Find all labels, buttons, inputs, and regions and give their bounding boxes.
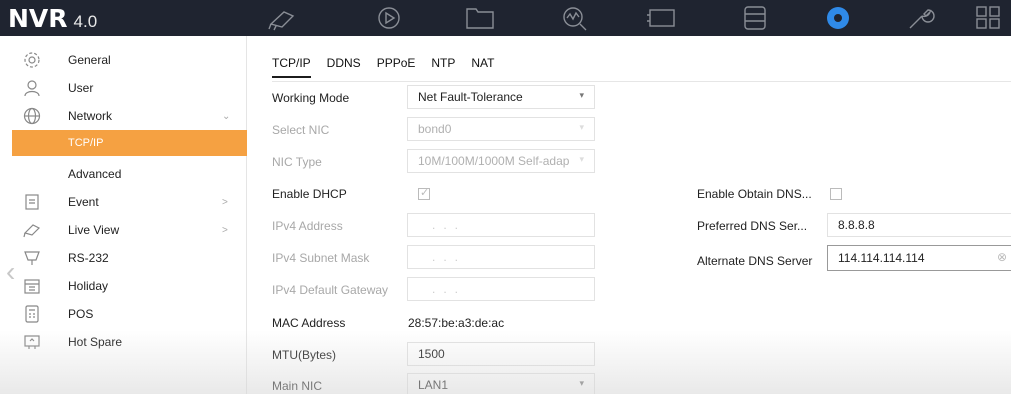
nic-type-label: NIC Type [272,155,322,169]
chevron-down-icon: ⌄ [222,110,231,122]
tab-tcpip[interactable]: TCP/IP [272,56,311,78]
ipv4-gateway-label: IPv4 Default Gateway [272,283,389,297]
storage-icon[interactable] [735,3,775,33]
mtu-value: 1500 [418,347,445,361]
dropdown-arrow-icon: ▾ [579,378,584,388]
smart-analysis-icon[interactable] [555,3,595,33]
network-icon [22,106,42,126]
select-nic-label: Select NIC [272,123,330,137]
preferred-dns-label: Preferred DNS Ser... [697,219,808,233]
ip-separator-dots: ... [432,218,467,232]
ip-separator-dots: ... [432,282,467,296]
event-icon [22,192,42,212]
pos-icon [22,304,42,324]
sidebar-item-pos[interactable]: POS [0,300,247,328]
tab-divider [272,81,1011,82]
ipv4-subnet-label: IPv4 Subnet Mask [272,251,370,265]
enable-obtain-dns-checkbox[interactable] [830,188,842,200]
brand-name: NVR [8,4,68,33]
sidebar-item-hot-spare[interactable]: Hot Spare [0,328,247,356]
nic-type-select[interactable]: 10M/100M/1000M Self-adap ▾ [407,149,595,173]
sidebar-item-label: POS [68,307,94,321]
dropdown-arrow-icon: ▾ [579,154,584,164]
chevron-right-icon: > [222,196,228,208]
clear-icon[interactable]: ⊗ [997,250,1007,264]
main-nic-label: Main NIC [272,379,323,393]
main-nic-value: LAN1 [418,378,449,392]
working-mode-value: Net Fault-Tolerance [418,90,523,104]
sidebar-item-general[interactable]: General [0,46,247,74]
maintenance-icon[interactable] [900,3,940,33]
sidebar-item-label: RS-232 [68,251,109,265]
sidebar-item-label: User [68,81,94,95]
sidebar-item-label: Live View [68,223,120,237]
working-mode-label: Working Mode [272,91,350,105]
nic-type-value: 10M/100M/1000M Self-adap [418,154,570,168]
alternate-dns-input[interactable]: 114.114.114.114 ⊗ [827,245,1011,271]
mtu-label: MTU(Bytes) [272,348,336,362]
sidebar-item-label: Network [68,109,113,123]
file-management-icon[interactable] [460,3,500,33]
sidebar-item-event[interactable]: Event > [0,188,247,216]
tab-pppoe[interactable]: PPPoE [377,56,416,78]
app-version: 4.0 [73,12,98,31]
preferred-dns-value: 8.8.8.8 [838,218,875,232]
collapse-arrow-icon[interactable]: ‹ [6,256,15,288]
sidebar-item-tcpip[interactable]: TCP/IP [12,130,247,156]
enable-dhcp-label: Enable DHCP [272,187,347,201]
sidebar-item-holiday[interactable]: Holiday [0,272,247,300]
holiday-icon [22,276,42,296]
sidebar-item-label: Holiday [68,279,109,293]
sidebar-item-label: General [68,53,111,67]
select-nic-value: bond0 [418,122,452,136]
live-view-icon [22,220,42,240]
general-icon [22,50,42,70]
sidebar-item-label: Hot Spare [68,335,123,349]
ipv4-gateway-input[interactable]: ... [407,277,595,301]
app-logo: NVR 4.0 [8,4,98,33]
ipv4-address-input[interactable]: ... [407,213,595,237]
hot-spare-icon [22,332,42,352]
mac-address-label: MAC Address [272,316,346,330]
dropdown-arrow-icon: ▾ [579,122,584,132]
alternate-dns-label: Alternate DNS Server [697,254,813,268]
tab-bar: TCP/IP DDNS PPPoE NTP NAT [272,56,511,78]
playback-icon[interactable] [369,3,409,33]
menu-grid-icon[interactable] [968,3,1008,33]
main-nic-select[interactable]: LAN1 ▾ [407,373,595,394]
select-nic-select[interactable]: bond0 ▾ [407,117,595,141]
sidebar-item-network[interactable]: Network ⌄ [0,102,247,130]
tab-ntp[interactable]: NTP [431,56,455,78]
tab-nat[interactable]: NAT [471,56,494,78]
alternate-dns-value: 114.114.114.114 [838,251,925,265]
mac-address-value: 28:57:be:a3:de:ac [408,316,505,330]
ip-separator-dots: ... [432,250,467,264]
working-mode-select[interactable]: Net Fault-Tolerance ▾ [407,85,595,109]
main-content: TCP/IP DDNS PPPoE NTP NAT Working Mode N… [248,36,1011,394]
configuration-icon[interactable] [818,3,858,33]
live-view-icon[interactable] [262,3,302,33]
sidebar-item-label: Event [68,195,99,209]
sidebar-item-label: Advanced [68,167,122,181]
enable-obtain-dns-label: Enable Obtain DNS... [697,187,812,201]
user-icon [22,78,42,98]
ipv4-subnet-input[interactable]: ... [407,245,595,269]
sidebar-item-label: TCP/IP [68,137,104,149]
enable-dhcp-checkbox[interactable] [418,186,430,200]
sidebar-item-advanced[interactable]: Advanced [0,160,247,188]
mtu-input[interactable]: 1500 [407,342,595,366]
camera-icon[interactable] [642,3,682,33]
preferred-dns-input[interactable]: 8.8.8.8 [827,213,1011,237]
dropdown-arrow-icon: ▾ [579,90,584,100]
tab-ddns[interactable]: DDNS [327,56,361,78]
ipv4-address-label: IPv4 Address [272,219,343,233]
top-bar: NVR 4.0 [0,0,1011,36]
chevron-right-icon: > [222,224,228,236]
sidebar-item-user[interactable]: User [0,74,247,102]
sidebar: General User Network ⌄ TCP/IP Advanced E… [0,36,247,394]
rs232-icon [22,248,42,268]
sidebar-item-rs232[interactable]: RS-232 [0,244,247,272]
sidebar-item-live-view[interactable]: Live View > [0,216,247,244]
